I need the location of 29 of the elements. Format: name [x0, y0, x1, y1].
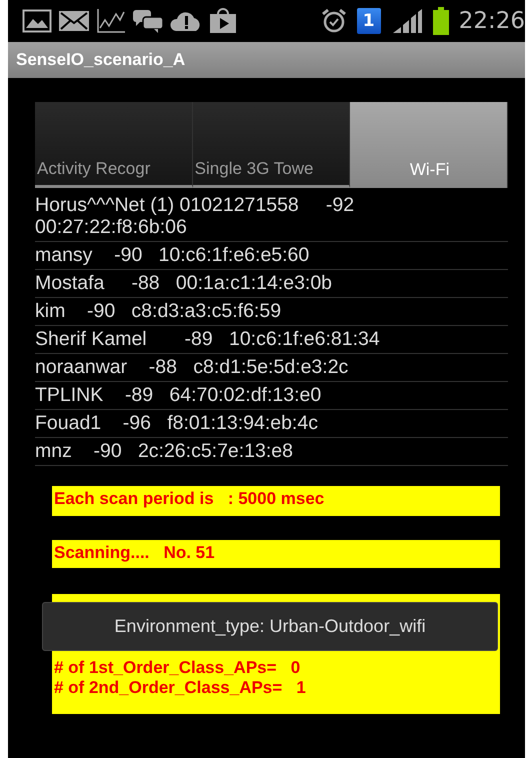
network-row: TPLINK -89 64:70:02:df:13:e0 [35, 382, 508, 410]
network-row: Fouad1 -96 f8:01:13:94:eb:4c [35, 410, 508, 438]
alarm-icon [320, 8, 347, 34]
tab[interactable]: Activity Recogr [35, 102, 193, 188]
battery-icon [432, 7, 449, 35]
network-row: mnz -90 2c:26:c5:7e:13:e8 [35, 438, 508, 466]
chat-icon [132, 9, 164, 33]
signal-icon [390, 9, 423, 33]
info-text: Scanning.... No. 51 [54, 543, 216, 563]
network-row: Horus^^^Net (1) 01021271558 -92 00:27:22:f8:6b:06 [35, 192, 508, 242]
info-text: # of 1st_Order_Class_APs= 0 [54, 658, 302, 678]
tab[interactable]: Wi-Fi [350, 102, 508, 188]
info-text: # of 2nd_Order_Class_APs= 1 [54, 678, 307, 698]
clock-time: 22:26 [458, 8, 525, 34]
picture-icon [22, 9, 52, 33]
play-store-icon [208, 8, 238, 34]
chart-icon [96, 8, 126, 34]
network-row: noraanwar -88 c8:d1:5e:5d:e3:2c [35, 354, 508, 382]
network-row: Sherif Kamel -89 10:c6:1f:e6:81:34 [35, 326, 508, 354]
mail-icon [58, 10, 90, 32]
toast-message: Environment_type: Urban-Outdoor_wifi [42, 602, 498, 651]
cloud-alert-icon [170, 10, 202, 32]
network-row: kim -90 c8:d3:a3:c5:f6:59 [35, 298, 508, 326]
sim-badge: 1 [356, 8, 381, 34]
network-row: Mostafa -88 00:1a:c1:14:e3:0b [35, 270, 508, 298]
info-text: Each scan period is : 5000 msec [54, 489, 326, 509]
app-title: SenseIO_scenario_A [16, 50, 186, 70]
tab[interactable]: Single 3G Towe [192, 102, 350, 188]
network-row: mansy -90 10:c6:1f:e6:e5:60 [35, 242, 508, 270]
